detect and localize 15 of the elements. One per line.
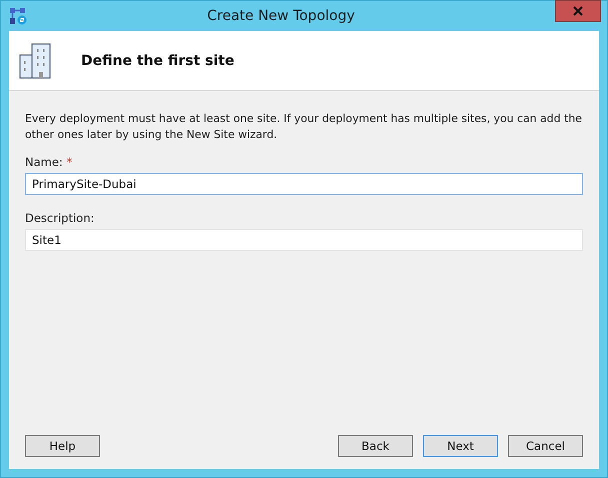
page-heading: Define the first site	[81, 52, 234, 68]
close-icon	[573, 6, 583, 16]
dialog-button[interactable]: Next	[423, 435, 498, 457]
input-field[interactable]: PrimarySite-Dubai	[25, 173, 583, 195]
building-icon	[19, 42, 51, 78]
app-icon	[9, 7, 27, 25]
close-button[interactable]	[555, 0, 601, 22]
field-label: Description:	[25, 211, 96, 225]
dialog-button[interactable]: Help	[25, 435, 100, 457]
window-title: Create New Topology	[206, 8, 356, 24]
field-label: Name: *	[25, 155, 74, 169]
dialog-button[interactable]: Back	[338, 435, 413, 457]
input-field[interactable]: Site1	[25, 229, 583, 251]
intro-text: Every deployment must have at least one site. If your deployment has multiple sites, you can add the other ones later by using the New Site wizard.	[25, 111, 583, 143]
dialog-button[interactable]: Cancel	[508, 435, 583, 457]
